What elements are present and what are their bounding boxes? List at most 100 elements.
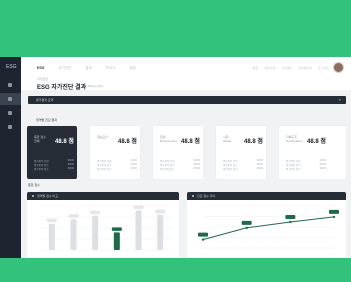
card-row: 평가항목 점수 00/00: [286, 167, 326, 171]
score-card-social[interactable]: 사회 Social 48.8 점 평가항목 총점 00/00 평가항목 점수 00/…: [216, 126, 266, 179]
card-area: 정보공시: [97, 135, 109, 139]
point-data-label: [241, 220, 252, 225]
point-data-label: [285, 214, 296, 219]
panel-title: 진단 점수 추이: [197, 194, 216, 198]
sidebar-item-report[interactable]: [0, 107, 21, 119]
utility-link[interactable]: 마이페이지: [298, 66, 312, 70]
utility-link[interactable]: 공지사항: [264, 66, 275, 70]
nav-item[interactable]: ESG: [37, 66, 44, 71]
sidebar-logo: ESG: [6, 64, 17, 70]
panel-header: 영역별 점수 비교: [27, 192, 179, 200]
data-point: [332, 215, 336, 219]
search-icon[interactable]: ⌕: [339, 97, 341, 102]
bar: [113, 232, 120, 250]
utility-links: 알림 공지사항 고객센터 마이페이지 로그아웃: [253, 66, 329, 70]
bar: [92, 215, 99, 250]
data-point: [201, 238, 205, 241]
card-score: 48.8 점: [181, 139, 200, 145]
card-rows: 평가항목 총점 00/00 평가항목 점수 00/00 평가항목 점수 00/00: [223, 159, 263, 171]
series-line: [202, 216, 335, 241]
section-label-chart: 종합 점수: [28, 183, 40, 187]
bar: [70, 219, 77, 250]
bar-data-label: [133, 205, 144, 209]
score-card-governance[interactable]: 지배구조 Governance 48.8 점 평가항목 총점 00/00 평가항목…: [279, 126, 346, 179]
panel-title: 영역별 점수 비교: [37, 194, 58, 198]
card-score: 48.8 점: [307, 139, 326, 145]
sidebar: ESG: [0, 57, 21, 258]
card-row: 평가항목 점수 00/00: [160, 167, 200, 171]
card-row: 평가항목 점수 00/00: [223, 167, 263, 171]
bar-data-label: [111, 227, 122, 231]
page-subtitle: 2023년 상반기: [88, 85, 104, 88]
score-card-total[interactable]: 종합 점수 전체 48.8 점 평가항목 총점 00/00 평가항목 점수 00/0…: [27, 126, 77, 179]
app-window: ESG ESG 자가진단 결과 보고서 설정 알림 공지사항 고객센터 마이페이…: [0, 57, 351, 258]
card-rows: 평가항목 총점 00/00 평가항목 점수 00/00 평가항목 점수 00/00: [34, 159, 74, 171]
bar-data-label: [68, 214, 79, 218]
grid-icon: [8, 83, 12, 87]
row-value: 00/00: [130, 167, 137, 170]
nav-item[interactable]: 결과: [85, 66, 91, 71]
bullet-icon: [192, 195, 194, 197]
row-label: 평가항목 점수: [223, 168, 238, 171]
top-header: ESG 자가진단 결과 보고서 설정 알림 공지사항 고객센터 마이페이지 로그…: [21, 57, 351, 91]
bar-chart: [41, 205, 171, 251]
score-card-environment[interactable]: 환경 Environment 48.8 점 평가항목 총점 00/00 평가항목 …: [153, 126, 203, 179]
row-value: 00/00: [256, 167, 263, 170]
panel-header: 진단 점수 추이: [187, 192, 346, 200]
screenshot-stage: ESG ESG 자가진단 결과 보고서 설정 알림 공지사항 고객센터 마이페이…: [0, 0, 351, 282]
card-area-sub: Social: [223, 139, 232, 143]
row-value: 00/00: [193, 167, 200, 170]
utility-link[interactable]: 로그아웃: [318, 66, 329, 70]
gear-icon: [8, 125, 12, 129]
row-label: 평가항목 점수: [97, 168, 112, 171]
bar-data-label: [90, 210, 101, 215]
card-area-sub: Environment: [160, 139, 177, 143]
document-icon: [8, 111, 12, 115]
card-row: 평가항목 점수 00/00: [34, 167, 74, 171]
point-data-label: [198, 232, 208, 237]
data-point: [245, 226, 248, 230]
sidebar-item-settings[interactable]: [0, 121, 21, 133]
bullet-icon: [32, 195, 34, 197]
bar: [135, 210, 142, 250]
row-label: 평가항목 점수: [286, 168, 301, 171]
nav-item[interactable]: 설정: [129, 66, 135, 71]
bar: [157, 214, 164, 250]
point-data-label: [329, 209, 339, 214]
row-label: 평가항목 점수: [34, 168, 49, 171]
card-row: 평가항목 점수 00/00: [97, 167, 137, 171]
card-rows: 평가항목 총점 00/00 평가항목 점수 00/00 평가항목 점수 00/00: [286, 159, 326, 171]
chart-icon: [8, 97, 12, 101]
bar-data-label: [155, 209, 166, 214]
card-rows: 평가항목 총점 00/00 평가항목 점수 00/00 평가항목 점수 00/00: [97, 159, 137, 171]
bar: [48, 223, 55, 250]
top-brand-band: [0, 0, 351, 57]
line-chart: [198, 205, 339, 249]
card-rows: 평가항목 총점 00/00 평가항목 점수 00/00 평가항목 점수 00/00: [160, 159, 200, 171]
bar-chart-panel: 영역별 점수 비교: [27, 192, 179, 258]
data-point: [289, 220, 292, 224]
filter-bar: 평가결과 요약 ⌕: [28, 96, 346, 104]
row-value: 00/00: [319, 167, 326, 170]
utility-link[interactable]: 알림: [253, 66, 259, 70]
card-area-sub: Governance: [286, 139, 303, 143]
sidebar-item-result[interactable]: [0, 93, 21, 105]
score-card-disclosure[interactable]: 정보공시 48.8 점 평가항목 총점 00/00 평가항목 점수 00/00 평가…: [90, 126, 140, 179]
row-value: 00/00: [67, 167, 74, 170]
bottom-brand-band: [0, 258, 351, 282]
bar-data-label: [46, 218, 57, 223]
utility-link[interactable]: 고객센터: [281, 66, 292, 70]
avatar[interactable]: [333, 62, 344, 73]
page-title: ESG 자가진단 결과: [37, 85, 87, 91]
main-nav: ESG 자가진단 결과 보고서 설정: [37, 66, 136, 71]
nav-item[interactable]: 자가진단: [58, 66, 71, 71]
card-area-sub: 전체: [34, 139, 40, 143]
card-score: 48.8 점: [118, 139, 137, 145]
sidebar-item-dashboard[interactable]: [0, 79, 21, 91]
row-label: 평가항목 점수: [160, 168, 175, 171]
breadcrumb[interactable]: 자가진단: [37, 77, 48, 81]
card-score: 48.8 점: [244, 139, 263, 145]
score-cards: 종합 점수 전체 48.8 점 평가항목 총점 00/00 평가항목 점수 00/0…: [27, 126, 346, 179]
filter-bar-label: 평가결과 요약: [36, 98, 54, 102]
nav-item[interactable]: 보고서: [106, 66, 116, 71]
